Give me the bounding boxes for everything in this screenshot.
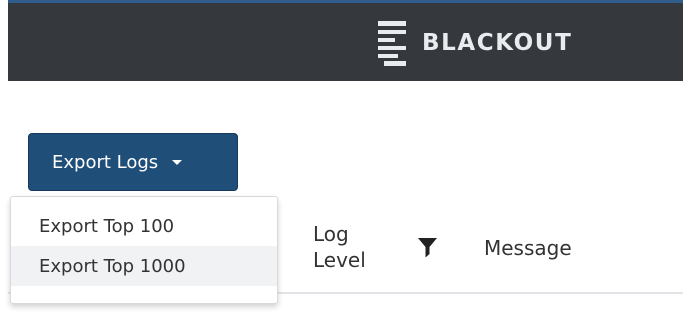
caret-down-icon — [172, 159, 183, 165]
menu-item-export-top-100[interactable]: Export Top 100 — [11, 206, 277, 246]
brand-name: BLACKOUT — [422, 30, 573, 56]
export-logs-button[interactable]: Export Logs — [28, 133, 238, 191]
export-logs-label: Export Logs — [52, 151, 159, 173]
column-header-message[interactable]: Message — [484, 235, 572, 261]
log-viewer-page: BLACKOUT Export Logs Log Level Message E… — [0, 0, 683, 317]
export-dropdown-menu: Export Top 100 Export Top 1000 — [10, 196, 278, 304]
menu-item-export-top-1000[interactable]: Export Top 1000 — [11, 246, 277, 286]
top-navigation-bar: BLACKOUT — [8, 0, 683, 81]
stacked-bars-logo-icon — [378, 21, 406, 66]
filter-funnel-icon[interactable] — [418, 238, 437, 258]
column-header-log-level[interactable]: Log Level — [313, 221, 393, 273]
brand[interactable]: BLACKOUT — [376, 19, 572, 67]
